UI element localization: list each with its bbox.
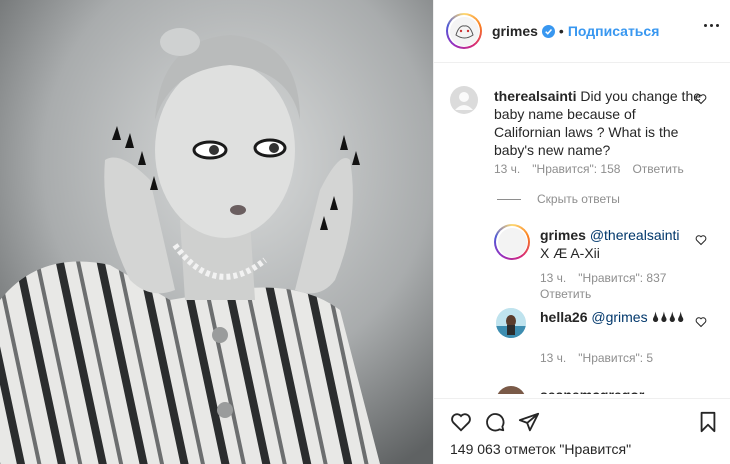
post-photo[interactable] <box>0 0 433 464</box>
reply-likes[interactable]: "Нравится": 837 <box>578 271 666 285</box>
comment-username[interactable]: therealsainti <box>494 88 576 104</box>
reply-avatar[interactable] <box>496 386 526 394</box>
reply-reply-button[interactable]: Ответить <box>540 287 591 301</box>
comment-likes[interactable]: "Нравится": 158 <box>532 162 620 176</box>
hide-replies-label: Скрыть ответы <box>537 192 620 206</box>
reply-mention[interactable]: @therealsainti <box>590 227 680 243</box>
reply-username[interactable]: hella26 <box>540 309 587 325</box>
reply-avatar[interactable] <box>494 224 530 260</box>
post-header: grimes • Подписаться <box>434 0 730 63</box>
reply-meta: 13 ч. "Нравится": 837 Ответить <box>540 271 690 301</box>
follow-button[interactable]: Подписаться <box>568 23 660 39</box>
commenter-avatar[interactable] <box>450 86 478 114</box>
portrait-image <box>0 0 433 464</box>
verified-icon <box>541 24 555 38</box>
reply-avatar[interactable] <box>496 308 526 338</box>
reply-mention[interactable]: @grimes <box>591 309 647 325</box>
comment-like-heart-icon[interactable] <box>695 93 707 105</box>
share-icon[interactable] <box>518 411 540 433</box>
comment-time[interactable]: 13 ч. <box>494 162 520 176</box>
author-avatar[interactable] <box>446 13 482 49</box>
reply-meta: 13 ч. "Нравится": 5 <box>540 351 653 365</box>
comment-reply-button[interactable]: Ответить <box>632 162 683 176</box>
reply-username[interactable]: grimes <box>540 227 586 243</box>
author-username[interactable]: grimes <box>492 23 538 39</box>
reply-text: X Æ A-Xii <box>540 245 600 261</box>
comments-list[interactable]: therealsainti Did you change the baby na… <box>434 64 730 394</box>
reply: seanemcgregor <box>540 386 644 394</box>
reply: hella26 @grimes 🌢🌢🌢🌢 <box>540 308 690 326</box>
bookmark-icon[interactable] <box>697 411 719 433</box>
more-options-icon[interactable] <box>704 24 719 27</box>
comment-icon[interactable] <box>484 411 506 433</box>
reply: grimes @therealsainti X Æ A-Xii <box>540 226 690 262</box>
reply-time[interactable]: 13 ч. <box>540 351 566 365</box>
reply-like-heart-icon[interactable] <box>695 316 707 328</box>
comment-meta: 13 ч. "Нравится": 158 Ответить <box>494 162 684 176</box>
post-actions-bar <box>434 398 730 438</box>
comment: therealsainti Did you change the baby na… <box>494 87 704 159</box>
post-side-panel: grimes • Подписаться therealsainti Did y… <box>433 0 730 464</box>
reply-text: 🌢🌢🌢🌢 <box>647 309 686 325</box>
reply-likes[interactable]: "Нравится": 5 <box>578 351 653 365</box>
heart-icon[interactable] <box>450 411 472 433</box>
reply-time[interactable]: 13 ч. <box>540 271 566 285</box>
hide-replies-button[interactable]: Скрыть ответы <box>497 192 620 206</box>
reply-username[interactable]: seanemcgregor <box>540 387 644 394</box>
reply-like-heart-icon[interactable] <box>695 234 707 246</box>
header-separator: • <box>558 23 564 39</box>
likes-count[interactable]: 149 063 отметок "Нравится" <box>450 441 631 457</box>
